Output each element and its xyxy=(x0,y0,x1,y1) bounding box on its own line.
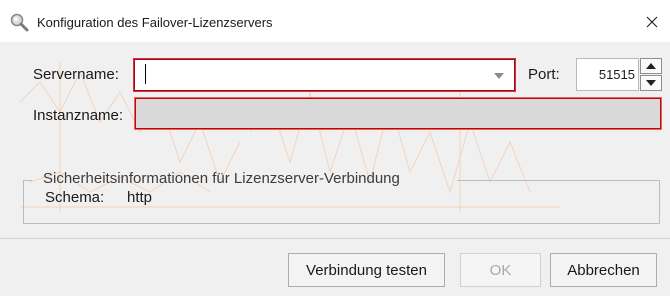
chevron-down-icon xyxy=(494,73,504,79)
footer-separator xyxy=(0,238,670,239)
schema-value: http xyxy=(127,189,153,206)
ok-button[interactable]: OK xyxy=(460,253,541,287)
test-connection-button[interactable]: Verbindung testen xyxy=(288,253,445,287)
security-group-title: Sicherheitsinformationen für Lizenzserve… xyxy=(43,170,400,187)
dropdown-button[interactable] xyxy=(489,66,509,86)
instanzname-label: Instanzname: xyxy=(33,107,124,124)
instanzname-input[interactable] xyxy=(134,97,662,130)
port-label: Port: xyxy=(528,66,560,83)
servername-input[interactable] xyxy=(135,60,480,90)
schema-label: Schema: xyxy=(45,189,105,206)
servername-label: Servername: xyxy=(33,66,119,83)
text-caret xyxy=(145,64,146,84)
port-input[interactable]: 51515 xyxy=(576,58,639,91)
cancel-button[interactable]: Abbrechen xyxy=(550,253,657,287)
port-spinner xyxy=(640,58,662,91)
port-decrement-button[interactable] xyxy=(640,75,662,91)
close-icon xyxy=(646,16,658,28)
port-increment-button[interactable] xyxy=(640,58,662,74)
port-value: 51515 xyxy=(598,67,635,82)
close-button[interactable] xyxy=(634,4,670,40)
servername-combobox[interactable] xyxy=(133,58,516,92)
window-title: Konfiguration des Failover-Lizenzservers xyxy=(37,15,273,30)
magnifier-icon xyxy=(9,12,31,32)
arrow-down-icon xyxy=(646,80,656,86)
dialog-window: Konfiguration des Failover-Lizenzservers… xyxy=(0,0,670,296)
arrow-up-icon xyxy=(646,63,656,69)
title-bar: Konfiguration des Failover-Lizenzservers xyxy=(0,0,670,42)
